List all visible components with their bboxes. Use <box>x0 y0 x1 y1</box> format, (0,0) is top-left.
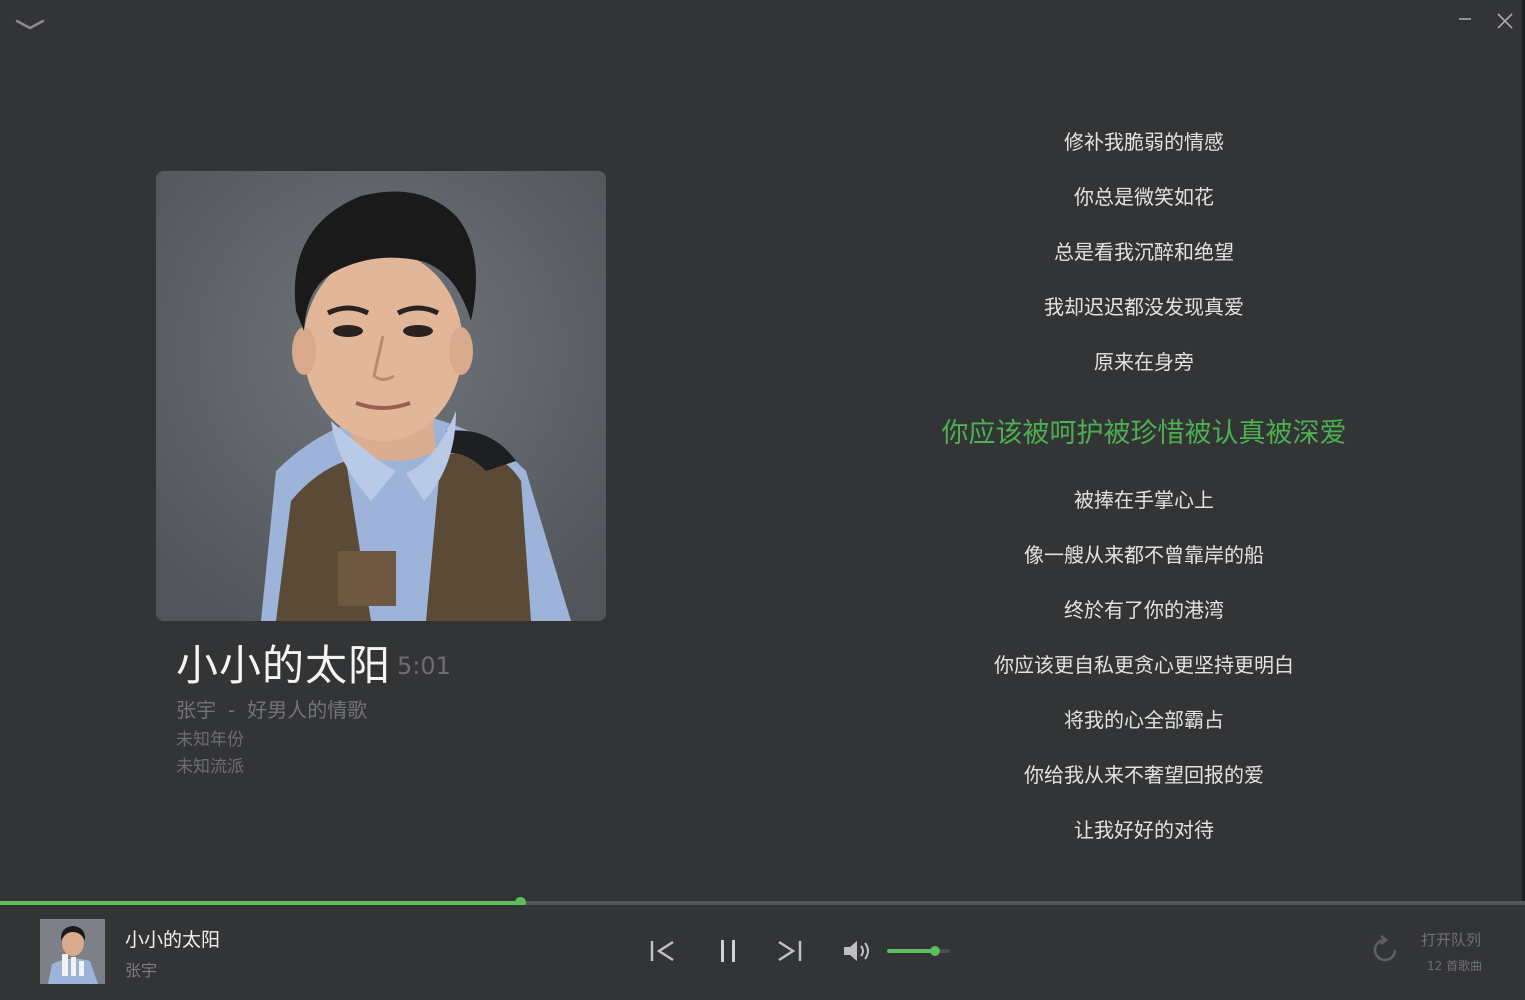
chevron-down-icon <box>15 19 45 30</box>
previous-button[interactable] <box>648 937 678 965</box>
lyric-line: 将我的心全部霸占 <box>1064 708 1224 732</box>
volume-fill <box>887 949 935 953</box>
repeat-icon <box>1373 935 1397 962</box>
lyric-line: 你给我从来不奢望回报的爱 <box>1024 763 1264 787</box>
volume-button[interactable] <box>841 937 873 965</box>
song-duration: 5:01 <box>397 652 451 680</box>
lyric-line: 被捧在手掌心上 <box>1074 488 1214 512</box>
lyric-line: 你应该更自私更贪心更坚持更明白 <box>994 653 1294 677</box>
meta-separator: - <box>228 698 236 722</box>
song-title: 小小的太阳 <box>176 641 392 690</box>
volume-icon <box>844 941 869 961</box>
song-album[interactable]: 好男人的情歌 <box>247 698 367 722</box>
album-cover <box>156 171 606 621</box>
close-button[interactable] <box>1494 10 1516 32</box>
now-playing-title[interactable]: 小小的太阳 <box>125 925 220 952</box>
minimize-button[interactable] <box>1454 10 1476 32</box>
playback-bar: 小小的太阳 张宇 打开队列 12 首歌曲 <box>0 905 1525 1000</box>
lyric-line: 我却迟迟都没发现真爱 <box>1044 295 1244 319</box>
lyric-line: 你总是微笑如花 <box>1074 185 1214 209</box>
song-year: 未知年份 <box>176 730 244 750</box>
queue-count: 12 首歌曲 <box>1427 959 1483 973</box>
collapse-button[interactable] <box>14 14 46 36</box>
now-playing-artist[interactable]: 张宇 <box>125 957 157 981</box>
pause-icon <box>721 940 735 962</box>
minimize-icon <box>1459 18 1471 20</box>
next-track-icon <box>778 940 802 962</box>
mini-album-cover[interactable] <box>40 919 105 984</box>
lyric-line-active: 你应该被呵护被珍惜被认真被深爱 <box>941 418 1347 449</box>
pause-button[interactable] <box>714 936 742 966</box>
song-artist[interactable]: 张宇 <box>176 698 216 722</box>
volume-handle[interactable] <box>929 946 940 956</box>
player-window: 小小的太阳 5:01 张宇 - 好男人的情歌 未知年份 未知流派 修补我脆弱的情感 … <box>0 0 1525 1000</box>
lyric-line: 终於有了你的港湾 <box>1064 598 1224 622</box>
previous-track-icon <box>650 940 674 962</box>
next-button[interactable] <box>774 937 804 965</box>
lyric-line: 让我好好的对待 <box>1074 818 1214 842</box>
volume-slider[interactable] <box>887 946 950 956</box>
repeat-button[interactable] <box>1368 933 1402 971</box>
lyric-line: 修补我脆弱的情感 <box>1064 130 1224 154</box>
lyric-line: 总是看我沉醉和绝望 <box>1054 240 1234 264</box>
open-queue-button[interactable]: 打开队列 <box>1421 929 1481 950</box>
close-icon <box>1497 13 1513 29</box>
lyric-line: 像一艘从来都不曾靠岸的船 <box>1024 543 1264 567</box>
song-artist-album: 张宇 - 好男人的情歌 <box>176 694 367 723</box>
lyric-line: 原来在身旁 <box>1094 350 1194 374</box>
song-genre: 未知流派 <box>176 757 244 777</box>
